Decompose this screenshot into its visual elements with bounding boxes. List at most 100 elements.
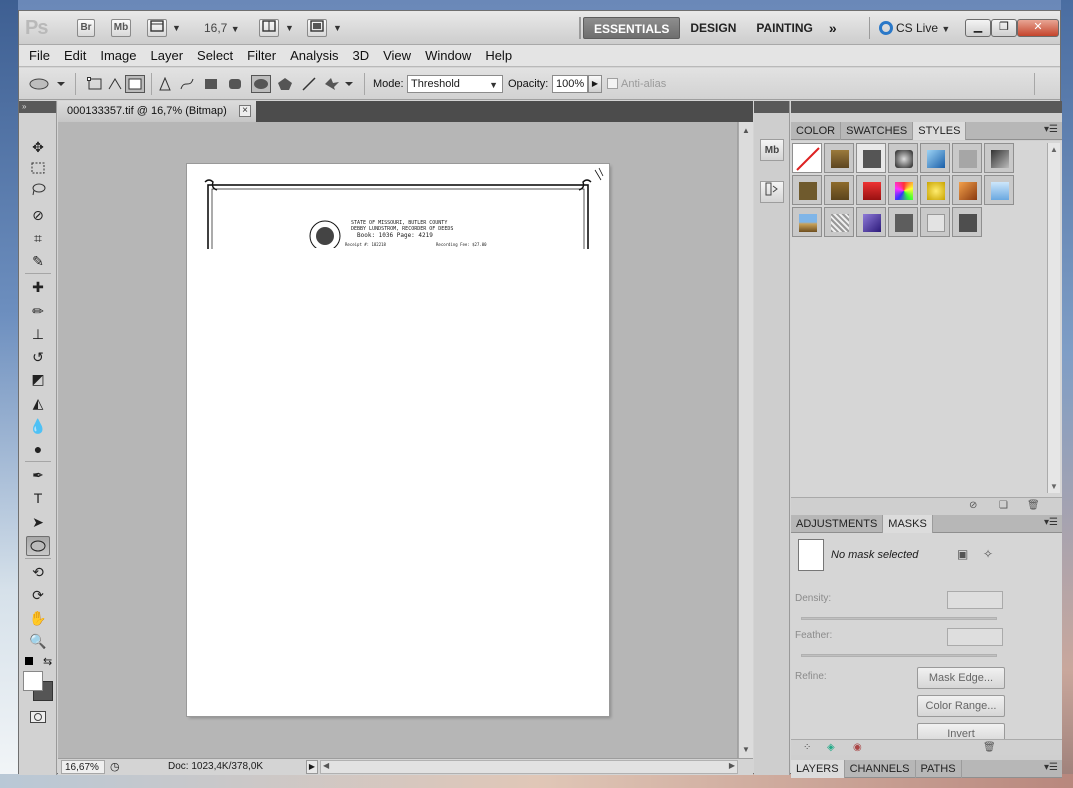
panel-menu-icon[interactable]: ▾☰ (1044, 762, 1058, 773)
quick-mask-icon[interactable] (30, 711, 46, 723)
type-tool-icon[interactable]: T (26, 488, 50, 508)
default-colors-icon[interactable] (25, 657, 33, 665)
lasso-tool-icon[interactable] (26, 181, 50, 201)
crop-tool-icon[interactable]: ⌗ (26, 228, 50, 248)
dock-header[interactable] (754, 101, 789, 113)
mini-bridge-panel-button[interactable]: Mb (760, 139, 784, 161)
marquee-tool-icon[interactable] (26, 159, 50, 179)
eyedropper-tool-icon[interactable]: ✎ (26, 251, 50, 271)
path-selection-tool-icon[interactable]: ➤ (26, 512, 50, 532)
tab-adjustments[interactable]: ADJUSTMENTS (791, 515, 884, 533)
menu-select[interactable]: Select (190, 45, 240, 66)
style-swatch[interactable] (792, 207, 822, 237)
rectangle-tool-icon[interactable] (203, 77, 219, 91)
close-button[interactable]: ✕ (1017, 19, 1059, 37)
panel-menu-icon[interactable]: ▾☰ (1044, 517, 1058, 528)
blur-tool-icon[interactable]: 💧 (26, 416, 50, 436)
style-swatch[interactable] (952, 143, 982, 173)
style-swatch[interactable] (856, 175, 886, 205)
close-document-icon[interactable]: × (239, 105, 251, 117)
more-workspaces-button[interactable]: » (823, 17, 843, 39)
3d-rotate-tool-icon[interactable]: ⟲ (26, 562, 50, 582)
mask-edge-button[interactable]: Mask Edge... (917, 667, 1005, 689)
tab-masks[interactable]: MASKS (883, 515, 933, 533)
tab-layers[interactable]: LAYERS (791, 760, 845, 778)
add-pixel-mask-icon[interactable]: ▣ (957, 547, 968, 561)
mode-select[interactable]: Threshold ▼ (407, 75, 503, 93)
anti-alias-checkbox[interactable] (607, 78, 618, 89)
history-panel-button[interactable] (760, 181, 784, 203)
menu-help[interactable]: Help (478, 45, 519, 66)
tab-styles[interactable]: STYLES (913, 122, 967, 140)
menu-window[interactable]: Window (418, 45, 478, 66)
scroll-down-icon[interactable]: ▼ (742, 745, 750, 754)
status-timer-icon[interactable]: ◷ (110, 760, 120, 773)
document-page[interactable]: STATE OF MISSOURI, BUTLER COUNTY DEBBY L… (187, 164, 609, 716)
horizontal-scrollbar[interactable]: ◀ ▶ (320, 760, 738, 774)
style-swatch[interactable] (856, 207, 886, 237)
style-swatch[interactable] (824, 175, 854, 205)
delete-mask-icon[interactable]: 🗑 (983, 742, 996, 753)
polygon-tool-icon[interactable] (277, 77, 293, 91)
delete-style-icon[interactable]: 🗑 (1027, 500, 1040, 511)
maximize-button[interactable]: ❐ (991, 19, 1017, 37)
clear-style-icon[interactable]: ⊘ (969, 500, 977, 511)
pen-tool-icon[interactable] (157, 77, 173, 91)
status-menu-arrow-icon[interactable]: ▶ (306, 760, 318, 774)
opacity-input[interactable]: 100% (552, 75, 588, 93)
feather-slider[interactable] (801, 654, 997, 657)
paths-mode-icon[interactable] (107, 77, 123, 91)
view-extras-button[interactable] (147, 19, 167, 37)
ellipse-tool-icon[interactable] (26, 536, 50, 556)
opacity-slider-toggle[interactable]: ▶ (588, 75, 602, 93)
menu-file[interactable]: File (22, 45, 57, 66)
eraser-tool-icon[interactable]: ◩ (26, 369, 50, 389)
style-swatch[interactable] (888, 175, 918, 205)
brush-tool-icon[interactable]: ✏ (26, 301, 50, 321)
history-brush-tool-icon[interactable]: ↺ (26, 347, 50, 367)
foreground-color-swatch[interactable] (23, 671, 43, 691)
tab-channels[interactable]: CHANNELS (845, 760, 916, 778)
paint-bucket-tool-icon[interactable]: ◭ (26, 393, 50, 413)
minimize-button[interactable]: ▁ (965, 19, 991, 37)
style-swatch[interactable] (920, 143, 950, 173)
feather-input[interactable] (947, 628, 1003, 646)
panel-menu-icon[interactable]: ▾☰ (1044, 124, 1058, 135)
style-swatch[interactable] (984, 175, 1014, 205)
panels-header[interactable] (791, 101, 1062, 113)
shape-layers-icon[interactable] (87, 77, 103, 91)
workspace-essentials[interactable]: ESSENTIALS (583, 17, 681, 39)
arrange-documents-button[interactable] (259, 19, 279, 37)
style-swatch[interactable] (952, 175, 982, 205)
hand-tool-icon[interactable]: ✋ (26, 608, 50, 628)
workspace-painting[interactable]: PAINTING (746, 17, 822, 39)
tab-paths[interactable]: PATHS (916, 760, 962, 778)
cs-live-menu[interactable]: CS Live ▼ (879, 21, 950, 35)
vertical-scrollbar[interactable]: ▲ ▼ (738, 122, 753, 758)
status-zoom-field[interactable]: 16,67% (61, 760, 105, 774)
pen-tool-icon[interactable]: ✒ (26, 465, 50, 485)
move-tool-icon[interactable]: ✥ (26, 137, 50, 157)
chevron-down-icon[interactable]: ▼ (333, 23, 342, 33)
zoom-tool-icon[interactable]: 🔍 (26, 631, 50, 651)
density-slider[interactable] (801, 617, 997, 620)
menu-edit[interactable]: Edit (57, 45, 93, 66)
clone-stamp-tool-icon[interactable]: ⊥ (26, 324, 50, 344)
style-swatch[interactable] (792, 175, 822, 205)
style-swatch[interactable] (888, 143, 918, 173)
style-swatch[interactable] (856, 143, 886, 173)
tools-panel-header[interactable]: » (19, 101, 56, 113)
zoom-level[interactable]: 16,7 ▼ (204, 21, 240, 35)
freeform-pen-icon[interactable] (179, 77, 195, 91)
menu-view[interactable]: View (376, 45, 418, 66)
menu-image[interactable]: Image (93, 45, 143, 66)
menu-layer[interactable]: Layer (144, 45, 191, 66)
color-range-button[interactable]: Color Range... (917, 695, 1005, 717)
tab-swatches[interactable]: SWATCHES (841, 122, 914, 140)
style-swatch[interactable] (824, 143, 854, 173)
scroll-up-icon[interactable]: ▲ (1050, 145, 1058, 154)
fill-pixels-icon[interactable] (125, 75, 145, 93)
add-vector-mask-icon[interactable]: ✧ (983, 547, 993, 561)
tab-color[interactable]: COLOR (791, 122, 842, 140)
document-tab[interactable]: 000133357.tif @ 16,7% (Bitmap) × (58, 101, 256, 122)
